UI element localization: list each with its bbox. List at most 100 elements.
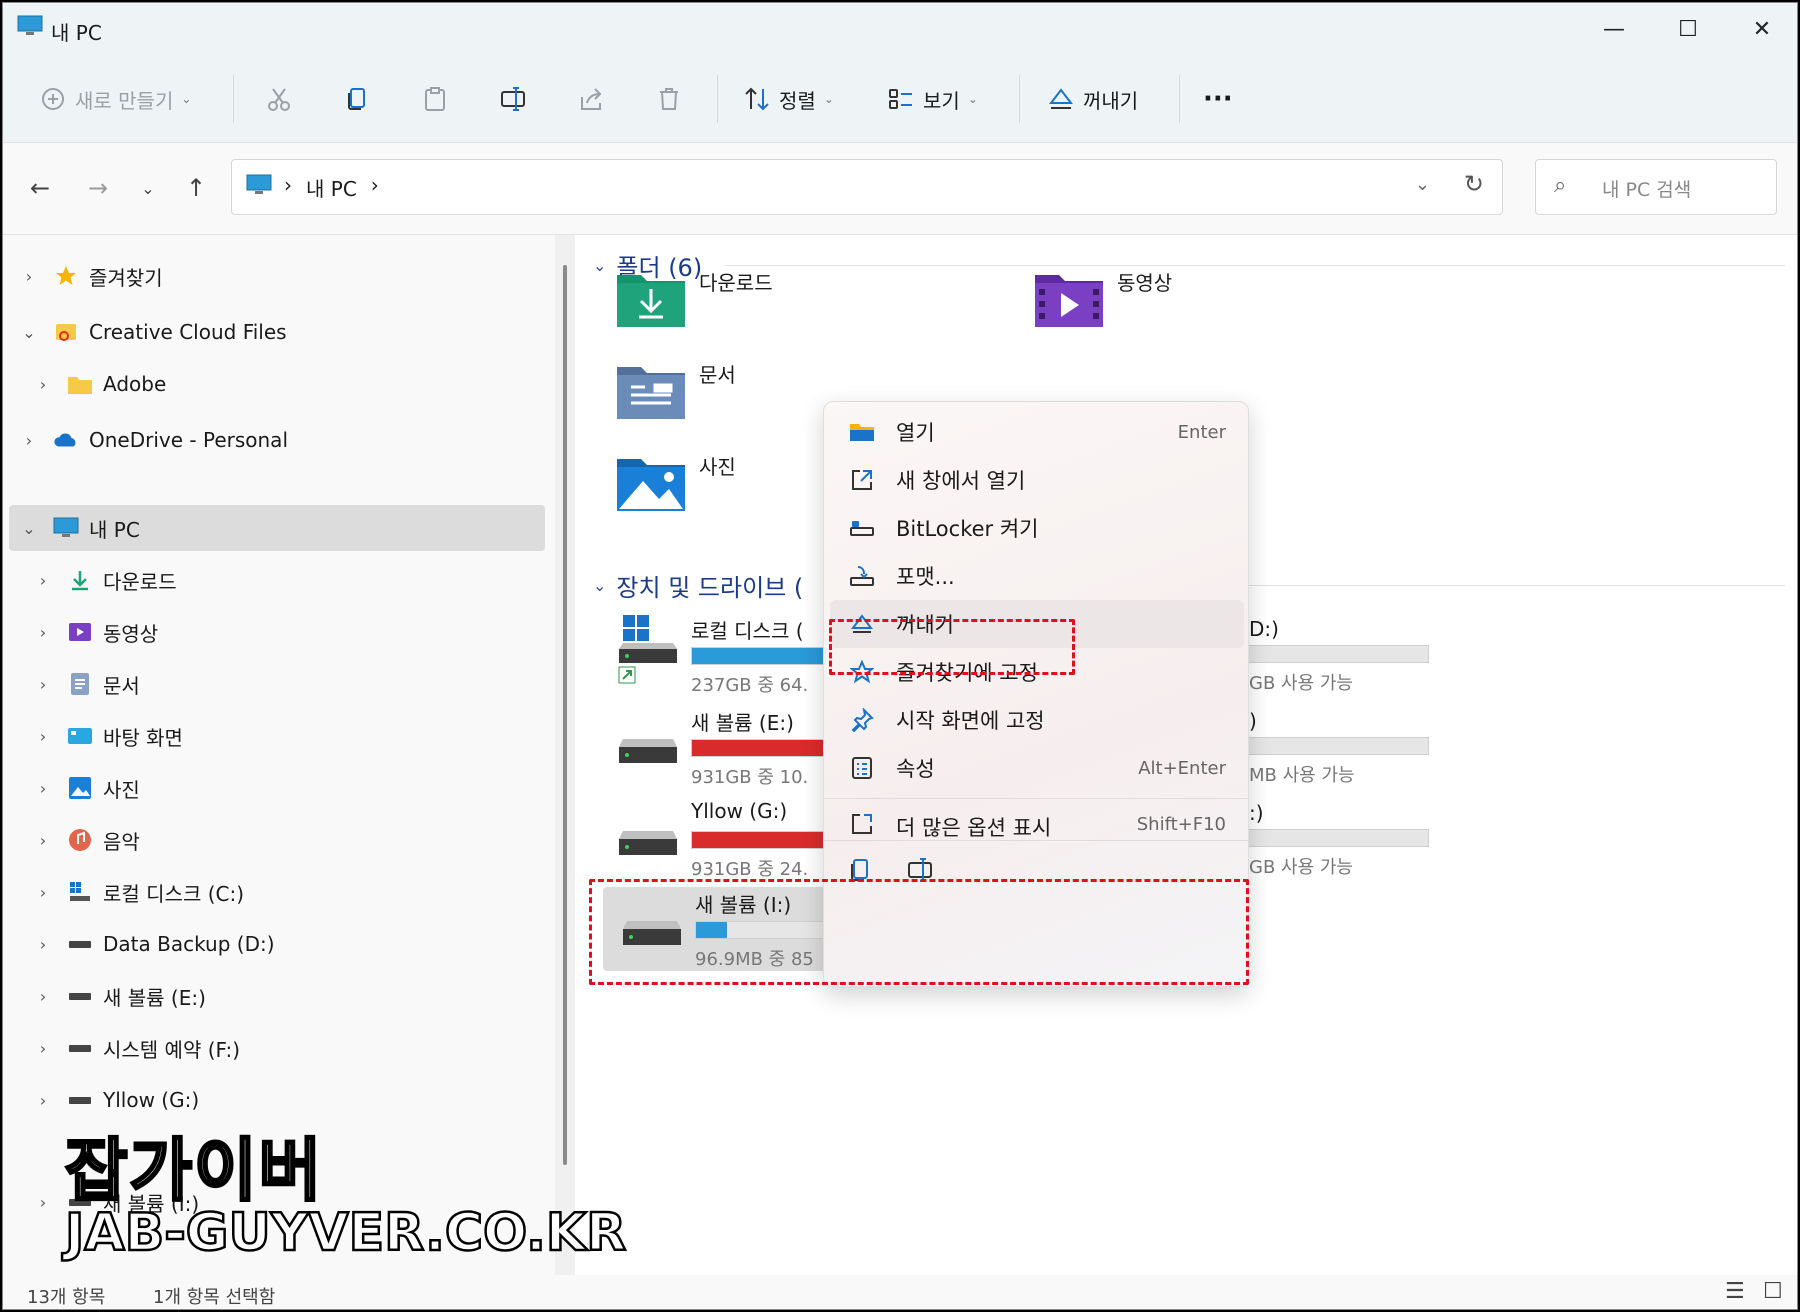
folder-tile-downloads[interactable]: 다운로드: [615, 267, 1015, 347]
sidebar-item-drive-e[interactable]: › 새 볼륨 (E:): [3, 973, 543, 1019]
chevron-right-icon[interactable]: ›: [33, 987, 53, 1006]
more-options-icon: [848, 810, 876, 838]
drive-usage-bar: [1239, 737, 1429, 755]
new-button-label: 새로 만들기: [75, 88, 174, 113]
sidebar-item-pictures[interactable]: › 사진: [3, 765, 543, 811]
chevron-down-icon[interactable]: ⌄: [19, 323, 39, 342]
new-window-icon: [848, 466, 876, 494]
sidebar-item-videos[interactable]: › 동영상: [3, 609, 543, 655]
divider: [717, 75, 718, 123]
drive-free-space: 931GB 중 24.: [691, 859, 809, 880]
bitlocker-icon: [848, 514, 876, 542]
item-count: 13개 항목: [27, 1287, 106, 1308]
sidebar-item-downloads[interactable]: › 다운로드: [3, 557, 543, 603]
chevron-right-icon[interactable]: ›: [33, 623, 53, 642]
sidebar-item-label: 새 볼륨 (E:): [103, 985, 206, 1010]
chevron-right-icon[interactable]: ›: [33, 375, 53, 394]
drive-name[interactable]: :): [1249, 801, 1264, 825]
paste-button[interactable]: [421, 79, 449, 119]
share-button[interactable]: [577, 79, 605, 119]
eject-icon: [1048, 88, 1074, 109]
menu-item-pin-start[interactable]: 시작 화면에 고정: [830, 696, 1244, 744]
sidebar-scrollbar[interactable]: [555, 235, 575, 1275]
breadcrumb: › 내 PC ›: [284, 173, 379, 202]
folder-tile-videos[interactable]: 동영상: [1033, 267, 1433, 347]
sidebar-item-label: 내 PC: [89, 517, 140, 542]
chevron-right-icon[interactable]: ›: [19, 431, 39, 450]
sort-button[interactable]: 정렬 ⌄: [743, 79, 834, 119]
sidebar-item-onedrive[interactable]: › OneDrive - Personal: [3, 417, 543, 463]
details-view-icon[interactable]: ☰: [1725, 1279, 1745, 1304]
breadcrumb-separator: ›: [370, 173, 379, 197]
drive-name[interactable]: ): [1249, 709, 1257, 733]
selection-count: 1개 항목 선택함: [153, 1287, 276, 1308]
sidebar-item-this-pc[interactable]: ⌄ 내 PC: [9, 505, 545, 551]
clipboard-icon: [425, 87, 445, 111]
sidebar-item-drive-d[interactable]: › Data Backup (D:): [3, 921, 543, 967]
more-options-button[interactable]: ···: [1203, 79, 1233, 119]
rename-button[interactable]: [499, 79, 527, 119]
drive-usage-bar: [1239, 829, 1429, 847]
download-folder-icon: [617, 275, 685, 327]
scrollbar-thumb[interactable]: [563, 265, 567, 1165]
chevron-right-icon[interactable]: ›: [33, 675, 53, 694]
drive-icon: [67, 983, 93, 1009]
chevron-down-icon[interactable]: ⌄: [19, 519, 39, 538]
sidebar-item-documents[interactable]: › 문서: [3, 661, 543, 707]
desktop-icon: [67, 723, 93, 749]
menu-item-open[interactable]: 열기 Enter: [830, 408, 1244, 456]
sidebar-item-music[interactable]: › 음악: [3, 817, 543, 863]
drives-group-header[interactable]: ⌄ 장치 및 드라이브 (: [593, 567, 803, 603]
menu-item-open-new-window[interactable]: 새 창에서 열기: [830, 456, 1244, 504]
refresh-icon[interactable]: ↻: [1464, 170, 1484, 198]
drive-usage-bar: [1239, 645, 1429, 663]
cut-button[interactable]: [265, 79, 293, 119]
sidebar-item-label: Adobe: [103, 372, 167, 396]
drive-name[interactable]: D:): [1249, 617, 1279, 641]
copy-button[interactable]: [343, 79, 371, 119]
chevron-right-icon[interactable]: ›: [33, 1039, 53, 1058]
chevron-down-icon[interactable]: ⌄: [1415, 174, 1430, 195]
chevron-right-icon[interactable]: ›: [33, 831, 53, 850]
menu-item-bitlocker[interactable]: BitLocker 켜기: [830, 504, 1244, 552]
divider: [725, 265, 1785, 266]
sidebar-item-drive-c[interactable]: › 로컬 디스크 (C:): [3, 869, 543, 915]
close-button[interactable]: ✕: [1725, 3, 1797, 55]
chevron-right-icon[interactable]: ›: [33, 935, 53, 954]
maximize-button[interactable]: ☐: [1651, 3, 1725, 55]
sidebar-item-label: Data Backup (D:): [103, 932, 275, 956]
tiles-view-icon[interactable]: ☐: [1763, 1279, 1783, 1304]
sidebar-item-creative-cloud[interactable]: ⌄ Creative Cloud Files: [3, 309, 543, 355]
chevron-right-icon[interactable]: ›: [33, 1091, 53, 1110]
view-button[interactable]: 보기 ⌄: [887, 79, 978, 119]
menu-item-properties[interactable]: 속성 Alt+Enter: [830, 744, 1244, 792]
sidebar-item-desktop[interactable]: › 바탕 화면: [3, 713, 543, 759]
minimize-button[interactable]: —: [1577, 3, 1651, 55]
scissors-icon: [268, 88, 290, 111]
arrow-up-icon: ↑: [185, 174, 207, 202]
back-button[interactable]: ←: [23, 171, 57, 205]
chevron-right-icon[interactable]: ›: [33, 571, 53, 590]
sidebar-item-drive-f[interactable]: › 시스템 예약 (F:): [3, 1025, 543, 1071]
recent-locations-button[interactable]: ⌄: [131, 171, 165, 205]
up-button[interactable]: ↑: [179, 171, 213, 205]
video-folder-icon: [1035, 275, 1103, 327]
new-button[interactable]: 새로 만들기 ⌄: [39, 79, 191, 119]
chevron-right-icon[interactable]: ›: [19, 267, 39, 286]
chevron-right-icon[interactable]: ›: [33, 779, 53, 798]
forward-button[interactable]: →: [81, 171, 115, 205]
system-drive-icon: [67, 879, 93, 905]
sidebar-item-adobe[interactable]: › Adobe: [3, 361, 543, 407]
chevron-right-icon[interactable]: ›: [33, 727, 53, 746]
menu-item-format[interactable]: 포맷...: [830, 552, 1244, 600]
eject-toolbar-button[interactable]: 꺼내기: [1047, 79, 1138, 119]
chevron-right-icon[interactable]: ›: [33, 1193, 53, 1212]
drive-free-space: 237GB 중 64.: [691, 675, 809, 696]
sidebar-item-favorites[interactable]: › 즐겨찾기: [3, 253, 543, 299]
delete-button[interactable]: [655, 79, 683, 119]
search-box[interactable]: ⌕ 내 PC 검색: [1535, 159, 1777, 215]
chevron-right-icon[interactable]: ›: [33, 883, 53, 902]
address-bar[interactable]: › 내 PC › ⌄ ↻: [231, 159, 1503, 215]
breadcrumb-item[interactable]: 내 PC: [306, 173, 357, 202]
menu-item-more-options[interactable]: 더 많은 옵션 표시 Shift+F10: [830, 806, 1244, 838]
